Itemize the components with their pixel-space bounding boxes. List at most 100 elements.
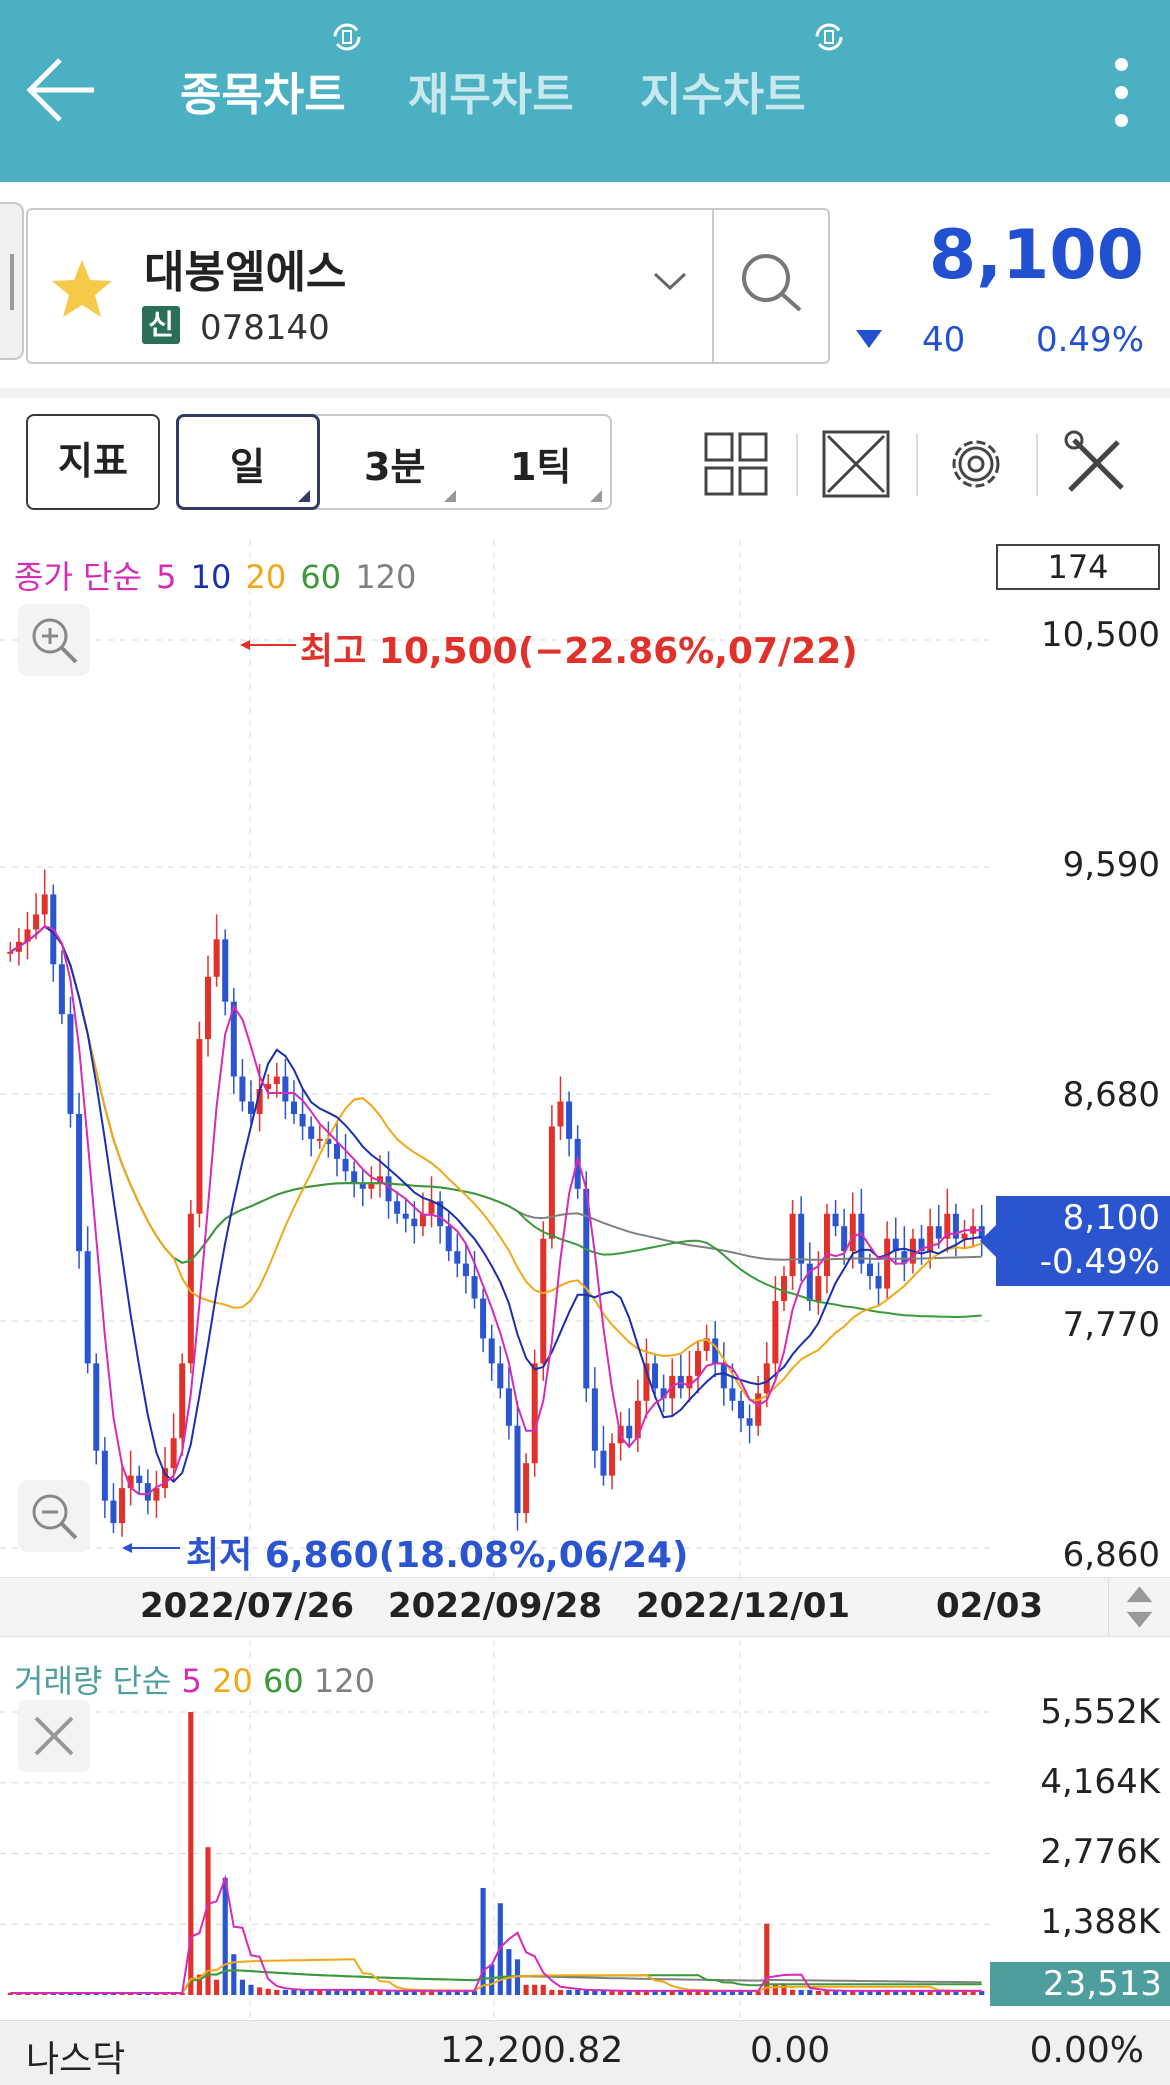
current-price: 8,100 [928,216,1144,295]
candle-body [462,1263,469,1277]
sync-icon [815,23,843,51]
volume-bar [592,1990,598,1995]
tools-icon[interactable] [1060,428,1132,500]
candle-body [763,1363,770,1394]
scroll-updown-icon[interactable] [1108,1578,1170,1636]
candle-body [454,1251,461,1264]
period-day-button[interactable]: 일 [230,436,265,491]
zoom-out-button[interactable] [18,1480,90,1552]
candle-body [316,1138,323,1141]
tab-financial-chart[interactable]: 재무차트 [408,58,574,123]
dropdown-corner-icon [590,490,602,502]
more-menu-icon[interactable] [1100,52,1144,132]
volume-bar [214,1979,220,1995]
candle-body [935,1226,942,1239]
indicator-button[interactable]: 지표 [26,414,160,510]
price-ma-legend: 종가 단순 5 10 20 60 120 [14,552,420,598]
candle-body [359,1183,366,1189]
volume-bar [282,1989,288,1995]
candle-body [497,1363,504,1389]
candle-body [600,1450,607,1476]
volume-bar [239,1979,245,1995]
search-button[interactable] [712,208,830,364]
candle-body [832,1213,839,1227]
period-3min-button[interactable]: 3분 [364,436,425,491]
search-icon [742,254,802,312]
candle-body [566,1101,573,1139]
x-tick-label: 2022/12/01 [636,1586,851,1626]
candle-body [170,1438,177,1469]
current-price-marker: 8,100 -0.49% [980,1196,1170,1286]
side-drawer-handle[interactable] [0,202,24,360]
legend-ma60: 60 [262,1662,304,1700]
candle-body [333,1143,340,1159]
volume-bar [222,1877,228,1995]
back-arrow-icon[interactable] [22,48,102,138]
volume-bar [600,1990,607,1995]
candle-body [299,1113,306,1127]
x-tick-label: 2022/07/26 [140,1586,355,1626]
candle-body [179,1363,186,1439]
tab-stock-chart[interactable]: 종목차트 [180,58,346,123]
candle-body [695,1350,702,1376]
divider [796,434,798,496]
stock-code: 078140 [200,308,330,348]
app-root: 종목차트 재무차트 지수차트 대봉엘에스 신 078140 8,100 40 0… [0,0,1170,2085]
volume-bar [815,1990,821,1995]
current-price-pct: -0.49% [1039,1242,1160,1282]
legend-prefix: 종가 단순 [14,558,142,596]
price-chart[interactable] [0,535,1170,1577]
index-change-percent: 0.00% [1029,2030,1144,2071]
close-icon [34,1716,74,1756]
tab-index-chart[interactable]: 지수차트 [640,58,806,123]
candle-body [411,1218,418,1227]
volume-bar [489,1964,495,1995]
legend-ma120: 120 [313,1662,375,1700]
candle-body [394,1201,401,1214]
visible-count-box[interactable]: 174 [996,544,1160,590]
settings-gear-icon[interactable] [940,428,1012,500]
volume-y-tick: 2,776K [1040,1832,1160,1872]
x-tick-label: 2022/09/28 [388,1586,603,1626]
candle-body [505,1388,512,1426]
volume-bar [248,1984,254,1995]
index-name: 나스닥 [26,2039,126,2080]
volume-bar [557,1989,564,1995]
divider [0,388,1170,398]
candle-body [445,1226,452,1252]
volume-bar [265,1988,271,1995]
volume-bar [549,1989,555,1995]
low-arrow [122,1543,132,1553]
favorite-star-icon[interactable] [50,258,114,320]
candle-body [780,1276,787,1302]
zoom-in-icon [32,618,78,664]
candle-body [815,1276,822,1302]
candle-body [93,1363,100,1451]
period-1tick-button[interactable]: 1틱 [510,436,571,491]
candle-body [308,1126,315,1139]
chevron-down-icon[interactable] [652,270,688,294]
candle-body [67,1014,74,1114]
high-arrow [240,640,250,650]
candle-body [540,1238,547,1364]
candle-body [626,1425,633,1439]
candle-body [548,1126,555,1239]
volume-bar [798,1989,804,1995]
price-change: 40 [922,320,966,360]
x-tick-label: 02/03 [936,1586,1044,1626]
candle-body [884,1238,891,1289]
candle-body [858,1213,865,1264]
candle-body [247,1101,255,1114]
candle-body [205,976,212,1040]
layout-grid-icon[interactable] [700,428,772,500]
y-tick-label: 7,770 [1062,1305,1160,1345]
candle-body [652,1363,659,1389]
ma20-line [9,925,983,1402]
legend-prefix: 거래량 단순 [14,1662,172,1700]
close-volume-button[interactable] [18,1700,90,1772]
fullscreen-icon[interactable] [820,428,892,500]
y-tick-label: 6,860 [1062,1535,1160,1575]
candle-body [368,1183,375,1189]
candle-body [222,939,229,1002]
zoom-in-button[interactable] [18,604,90,676]
